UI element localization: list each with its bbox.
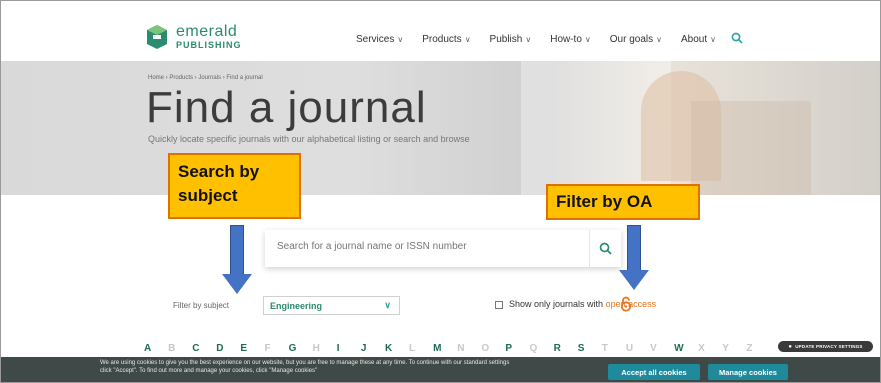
- nav-item-label: Products: [422, 34, 462, 45]
- subject-select-value: Engineering: [270, 300, 323, 311]
- nav-item-label: Our goals: [609, 34, 654, 45]
- annotation-search-by-subject: Search by subject: [168, 153, 301, 219]
- nav-item-publish[interactable]: Publish ∨: [490, 34, 532, 45]
- update-privacy-settings-button[interactable]: ● UPDATE PRIVACY SETTINGS: [778, 341, 873, 352]
- alphabet-letter-g[interactable]: G: [289, 343, 313, 354]
- annotation-filter-by-oa: Filter by OA: [546, 184, 700, 220]
- chevron-down-icon: ∨: [584, 35, 591, 44]
- chevron-down-icon: ∨: [397, 35, 404, 44]
- emerald-logo[interactable]: emerald PUBLISHING: [144, 23, 242, 51]
- nav-item-label: About: [680, 34, 708, 45]
- nav-item-products[interactable]: Products ∨: [422, 34, 470, 45]
- journal-search-input[interactable]: [277, 241, 577, 252]
- alphabet-letter-t: T: [601, 343, 608, 354]
- alphabet-letter-d[interactable]: D: [216, 343, 240, 354]
- alphabet-letter-a[interactable]: A: [144, 343, 168, 354]
- annotation-arrow-head: [222, 274, 252, 294]
- alphabet-letter-p[interactable]: P: [505, 343, 529, 354]
- journal-search-box: [265, 230, 621, 267]
- alphabet-letter-h: H: [312, 343, 320, 354]
- nav-item-our-goals[interactable]: Our goals ∨: [610, 34, 662, 45]
- alphabet-letter-r[interactable]: R: [554, 343, 578, 354]
- alphabet-letter-m[interactable]: M: [433, 343, 457, 354]
- nav-item-label: Publish: [489, 34, 523, 45]
- logo-name: emerald: [176, 23, 238, 40]
- chevron-down-icon: ∨: [384, 300, 391, 310]
- manage-cookies-button[interactable]: Manage cookies: [708, 364, 788, 380]
- cookie-banner-text: We are using cookies to give you the bes…: [100, 360, 510, 374]
- subject-select[interactable]: Engineering ∨: [263, 296, 400, 315]
- alphabet-letter-v: V: [649, 343, 657, 354]
- nav-item-how-to[interactable]: How-to ∨: [550, 34, 591, 45]
- annotation-arrow: [230, 225, 244, 275]
- alphabet-letter-f: F: [264, 343, 271, 354]
- page-title: Find a journal: [146, 83, 427, 132]
- alphabet-letter-k[interactable]: K: [385, 343, 409, 354]
- search-button[interactable]: [589, 230, 621, 267]
- alphabet-letter-n: N: [457, 343, 465, 354]
- nav-item-label: How-to: [550, 34, 582, 45]
- page-description: Quickly locate specific journals with ou…: [148, 134, 470, 144]
- annotation-arrow-head: [619, 270, 649, 290]
- alphabet-letter-z: Z: [746, 343, 753, 354]
- alphabet-letter-s[interactable]: S: [578, 343, 602, 354]
- search-icon: [599, 242, 612, 255]
- alphabet-letter-e[interactable]: E: [240, 343, 264, 354]
- alphabet-letter-j[interactable]: J: [361, 343, 385, 354]
- accept-all-cookies-button[interactable]: Accept all cookies: [608, 364, 700, 380]
- open-access-checkbox[interactable]: [495, 301, 503, 309]
- cookie-banner: We are using cookies to give you the bes…: [1, 357, 880, 382]
- chevron-down-icon: ∨: [525, 35, 532, 44]
- site-header: emerald PUBLISHING Services ∨ Products ∨ P…: [1, 1, 880, 61]
- logo-sub: PUBLISHING: [176, 40, 242, 50]
- breadcrumb[interactable]: Home › Products › Journals › Find a jour…: [148, 75, 263, 81]
- annotation-arrow: [627, 225, 641, 271]
- alphabet-letter-w[interactable]: W: [674, 343, 698, 354]
- open-access-lock-icon: [620, 296, 632, 316]
- hero-background-figure: [691, 101, 811, 195]
- alphabet-letter-q: Q: [529, 343, 538, 354]
- chevron-down-icon: ∨: [656, 35, 662, 44]
- nav-item-services[interactable]: Services ∨: [356, 34, 403, 45]
- main-nav: Services ∨ Products ∨ Publish ∨ How-to ∨ Our…: [356, 32, 743, 47]
- alphabet-letter-u: U: [625, 343, 634, 354]
- alphabet-letter-o: O: [481, 343, 490, 354]
- alphabet-letter-y: Y: [722, 343, 729, 354]
- alphabet-letter-i[interactable]: I: [337, 343, 361, 354]
- filter-by-subject-label: Filter by subject: [173, 301, 230, 310]
- privacy-badge-label: UPDATE PRIVACY SETTINGS: [795, 344, 863, 349]
- alphabet-letter-b: B: [168, 343, 176, 354]
- alphabet-index: AB CDEF GH IJKL MN O PQ RST U V WX Y Z: [144, 343, 770, 354]
- nav-item-about[interactable]: About ∨: [681, 34, 716, 45]
- nav-item-label: Services: [356, 34, 395, 45]
- screenshot-frame: emerald PUBLISHING Services ∨ Products ∨ P…: [0, 0, 881, 383]
- search-icon[interactable]: [731, 32, 743, 47]
- open-access-label-text: Show only journals with: [509, 299, 606, 309]
- open-access-label: Show only journals with open access: [509, 299, 656, 309]
- alphabet-letter-c[interactable]: C: [192, 343, 216, 354]
- chevron-down-icon: ∨: [464, 35, 471, 44]
- emerald-logo-mark: [144, 24, 170, 50]
- alphabet-letter-x: X: [698, 343, 705, 354]
- alphabet-letter-l: L: [409, 343, 416, 354]
- chevron-down-icon: ∨: [710, 35, 716, 44]
- hero-banner: Home › Products › Journals › Find a jour…: [1, 61, 880, 195]
- lock-icon: ●: [788, 343, 793, 350]
